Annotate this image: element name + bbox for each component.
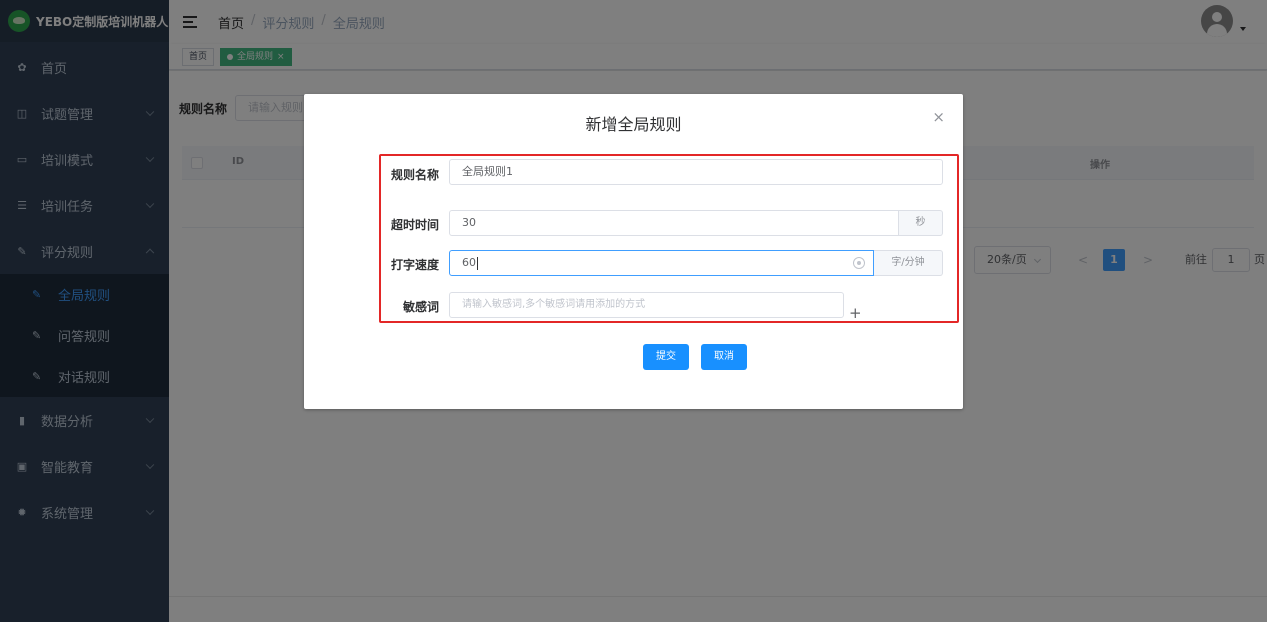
footer-divider [169,596,1267,597]
typing-speed-label: 打字速度 [390,258,439,272]
timeout-unit: 秒 [899,210,943,236]
close-icon[interactable]: × [932,108,945,126]
add-global-rule-dialog: 新增全局规则 × 规则名称 全局规则1 超时时间 30 秒 打字速度 60 字/… [304,94,963,409]
text-cursor [477,256,478,270]
rule-name-label: 规则名称 [390,168,439,182]
rule-name-input[interactable]: 全局规则1 [449,159,943,185]
timeout-label: 超时时间 [390,218,439,232]
submit-button[interactable]: 提交 [643,344,689,370]
sensitive-words-input[interactable]: 请输入敏感词,多个敏感词请用添加的方式 [449,292,844,318]
dialog-title: 新增全局规则 [585,115,682,134]
timeout-input[interactable]: 30 [449,210,899,236]
typing-speed-unit: 字/分钟 [874,250,943,276]
add-icon[interactable]: + [849,306,862,321]
sensitive-words-label: 敏感词 [402,300,439,314]
cancel-button[interactable]: 取消 [701,344,747,370]
clear-icon[interactable] [853,257,865,269]
typing-speed-input[interactable]: 60 [449,250,874,276]
